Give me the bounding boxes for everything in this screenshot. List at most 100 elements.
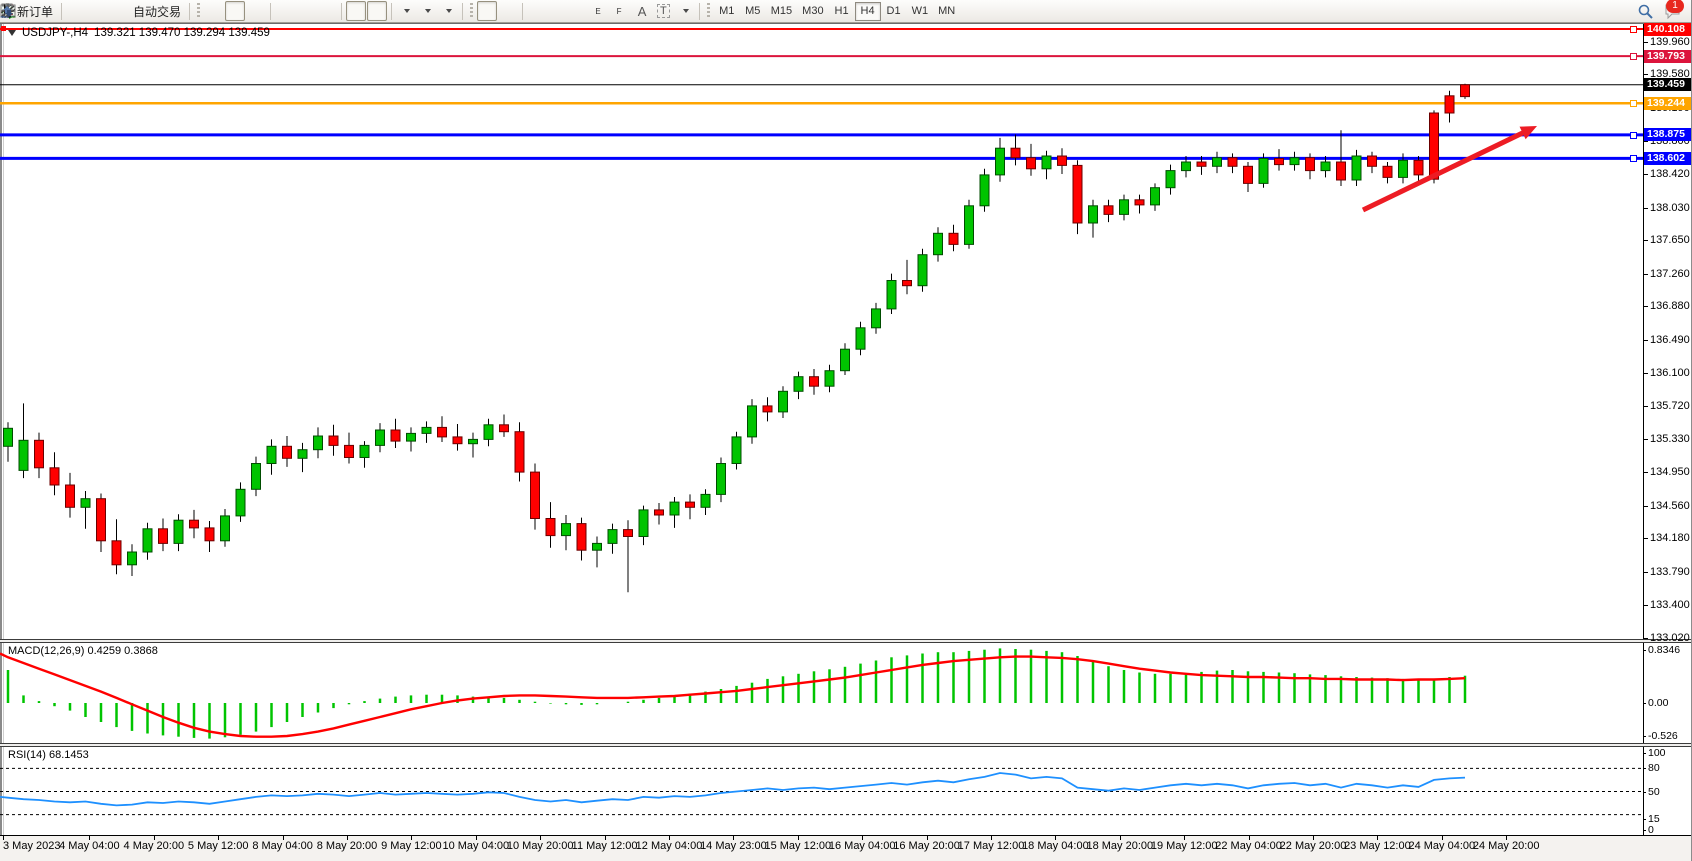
horizontal-line-button[interactable] xyxy=(548,1,568,21)
separator xyxy=(699,3,700,20)
crosshair-button[interactable] xyxy=(498,1,518,21)
candle xyxy=(655,503,664,525)
macd-pane[interactable] xyxy=(0,643,1643,743)
price-tick-mark xyxy=(1643,274,1648,275)
line-end-marker[interactable] xyxy=(1630,100,1637,107)
candle xyxy=(1368,152,1377,173)
tile-windows-button[interactable] xyxy=(317,1,337,21)
timeframe-button-m30[interactable]: M30 xyxy=(797,2,828,21)
price-tick-mark xyxy=(1643,472,1648,473)
timeframe-button-w1[interactable]: W1 xyxy=(907,2,934,21)
candle xyxy=(856,322,865,356)
timeframe-button-h4[interactable]: H4 xyxy=(855,2,881,21)
chat-button[interactable]: 1 xyxy=(1663,1,1683,21)
timeframe-button-mn[interactable]: MN xyxy=(933,2,960,21)
chevron-down-icon xyxy=(446,9,452,13)
zoom-in-button[interactable] xyxy=(275,1,295,21)
time-label: 23 May 12:00 xyxy=(1344,840,1411,852)
price-tick-mark xyxy=(1643,572,1648,573)
candle xyxy=(128,544,137,576)
time-axis[interactable]: 3 May 20234 May 04:004 May 20:005 May 12… xyxy=(0,836,1692,861)
toolbar-grip[interactable] xyxy=(197,3,200,19)
time-label: 5 May 12:00 xyxy=(188,840,249,852)
time-label: 3 May 2023 xyxy=(3,840,60,852)
zoom-out-button[interactable] xyxy=(296,1,316,21)
chart-shift-button[interactable] xyxy=(367,1,387,21)
text-tool-icon: A xyxy=(638,4,647,19)
candle xyxy=(763,397,772,421)
time-label: 9 May 12:00 xyxy=(381,840,442,852)
macd-tick-mark xyxy=(1643,736,1646,737)
fibonacci-button[interactable]: F xyxy=(611,1,631,21)
macd-scale-label: 0.8346 xyxy=(1648,644,1680,656)
candle xyxy=(174,514,183,551)
timeframe-button-h1[interactable]: H1 xyxy=(829,2,855,21)
candle xyxy=(670,497,679,528)
time-tick-mark xyxy=(991,836,992,840)
macd-tick-mark xyxy=(1643,703,1646,704)
price-tick-label: 134.560 xyxy=(1650,500,1690,512)
price-tick-mark xyxy=(1643,208,1648,209)
candle xyxy=(19,403,28,478)
timeframe-toolbar: M1M5M15M30H1H4D1W1MN xyxy=(714,2,960,21)
chevron-down-icon xyxy=(683,9,689,13)
line-anchor-marker[interactable] xyxy=(1,26,6,31)
line-end-marker[interactable] xyxy=(1630,155,1637,162)
auto-scroll-button[interactable] xyxy=(346,1,366,21)
rsi-tick-mark xyxy=(1643,792,1646,793)
price-tick-mark xyxy=(1643,340,1648,341)
text-label-button[interactable]: T xyxy=(653,1,674,21)
arrows-button[interactable] xyxy=(675,1,695,21)
candle xyxy=(841,343,850,375)
mt4-terminal: 新订单 自动交易 xyxy=(0,0,1692,861)
price-tick-mark xyxy=(1643,406,1648,407)
trendline-button[interactable] xyxy=(569,1,589,21)
rsi-pane[interactable] xyxy=(0,747,1643,835)
templates-button[interactable] xyxy=(438,1,458,21)
chart-title: USDJPY-,H4 139.321 139.470 139.294 139.4… xyxy=(8,27,270,39)
signals-button[interactable] xyxy=(108,1,128,21)
macd-scale-label: 0.00 xyxy=(1648,697,1668,709)
timeframe-button-d1[interactable]: D1 xyxy=(881,2,907,21)
candle xyxy=(748,399,757,444)
macd-tick-mark xyxy=(1643,650,1646,651)
metaeditor-button[interactable] xyxy=(66,1,86,21)
candle xyxy=(1166,165,1175,195)
candle xyxy=(422,421,431,443)
toolbar-grip[interactable] xyxy=(707,3,710,19)
timeframe-button-m1[interactable]: M1 xyxy=(714,2,740,21)
rsi-tick-mark xyxy=(1643,830,1646,831)
new-order-button[interactable]: 新订单 xyxy=(13,1,57,21)
price-tag: 140.108 xyxy=(1644,23,1692,36)
cursor-button[interactable] xyxy=(477,1,497,21)
line-chart-button[interactable] xyxy=(246,1,266,21)
indicators-button[interactable] xyxy=(396,1,416,21)
strategy-tester-button[interactable] xyxy=(87,1,107,21)
line-end-marker[interactable] xyxy=(1630,132,1637,139)
vertical-line-button[interactable] xyxy=(527,1,547,21)
time-tick-mark xyxy=(1120,836,1121,840)
periods-button[interactable] xyxy=(417,1,437,21)
candle xyxy=(717,458,726,503)
text-button[interactable]: A xyxy=(632,1,652,21)
line-end-marker[interactable] xyxy=(1630,26,1637,33)
toolbar-grip[interactable] xyxy=(470,3,473,19)
candlestick-chart-button[interactable] xyxy=(225,1,245,21)
timeframe-button-m5[interactable]: M5 xyxy=(740,2,766,21)
timeframe-button-m15[interactable]: M15 xyxy=(766,2,797,21)
rsi-scale-label: 100 xyxy=(1648,747,1666,759)
equidistant-channel-button[interactable]: E xyxy=(590,1,610,21)
auto-trading-button[interactable]: 自动交易 xyxy=(129,1,185,21)
candle xyxy=(112,519,121,574)
rsi-tick-mark xyxy=(1643,753,1646,754)
time-tick-mark xyxy=(411,836,412,840)
line-end-marker[interactable] xyxy=(1630,53,1637,60)
symbol-dropdown-icon[interactable] xyxy=(8,30,16,36)
time-label: 8 May 20:00 xyxy=(317,840,378,852)
candle xyxy=(1228,153,1237,173)
search-button[interactable] xyxy=(1637,1,1657,21)
bar-chart-button[interactable] xyxy=(204,1,224,21)
time-label: 11 May 12:00 xyxy=(572,840,638,852)
candle xyxy=(1151,183,1160,211)
price-chart-pane[interactable] xyxy=(0,24,1643,639)
